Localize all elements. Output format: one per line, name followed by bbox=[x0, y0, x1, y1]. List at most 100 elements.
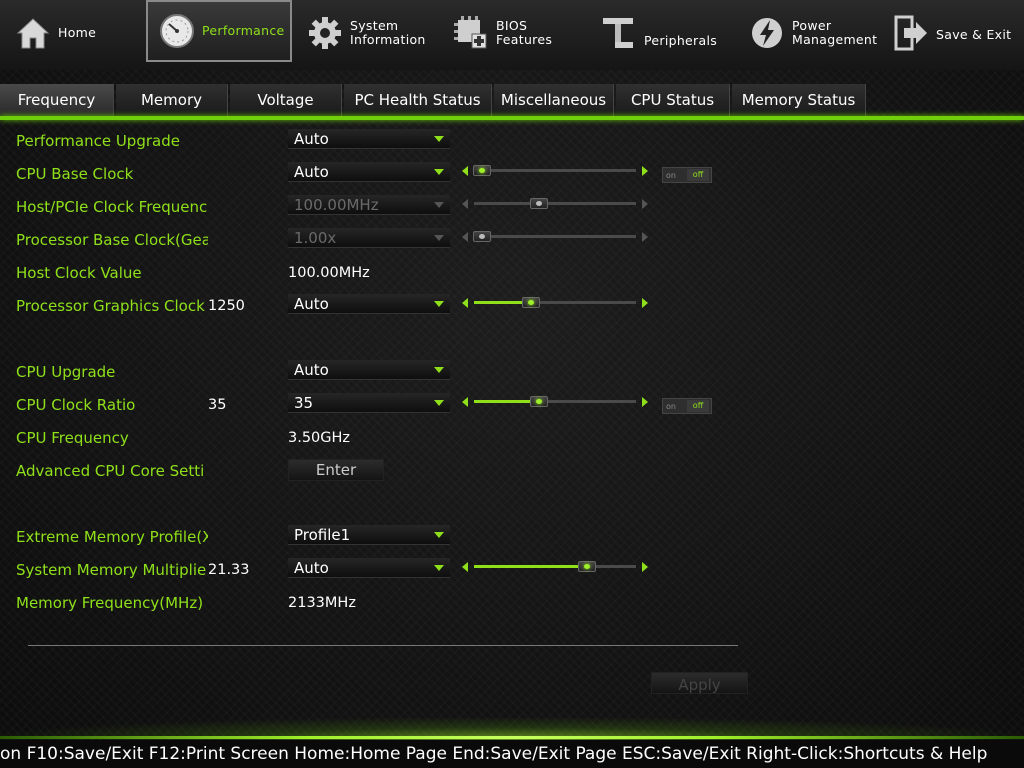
performance-upgrade-value: Auto bbox=[294, 130, 329, 148]
arrow-left-icon bbox=[462, 232, 468, 242]
arrow-right-icon[interactable] bbox=[642, 298, 648, 308]
cpu-clock-ratio-slider[interactable] bbox=[458, 394, 652, 410]
arrow-left-icon[interactable] bbox=[462, 166, 468, 176]
cpu-base-clock-dropdown[interactable]: Auto bbox=[288, 162, 450, 182]
processor-graphics-clock-value: Auto bbox=[294, 295, 329, 313]
nav-power-label-2: Management bbox=[792, 32, 878, 47]
nav-system-label-2: Information bbox=[350, 32, 426, 47]
system-memory-multiplier-slider[interactable] bbox=[458, 559, 652, 575]
chevron-down-icon bbox=[434, 565, 444, 571]
advanced-cpu-core-label: Advanced CPU Core Setti bbox=[16, 462, 205, 480]
xmp-value: Profile1 bbox=[294, 526, 351, 544]
toggle-on-label: on bbox=[666, 171, 676, 180]
tab-pc-health-status[interactable]: PC Health Status bbox=[344, 84, 492, 116]
arrow-right-icon bbox=[642, 199, 648, 209]
nav-home[interactable]: Home bbox=[14, 0, 134, 66]
cpu-base-clock-slider[interactable] bbox=[458, 163, 652, 179]
system-memory-multiplier-dropdown[interactable]: Auto bbox=[288, 558, 450, 578]
exit-icon bbox=[892, 14, 930, 52]
performance-upgrade-label: Performance Upgrade bbox=[16, 132, 180, 150]
nav-power-management[interactable]: Power Management bbox=[748, 0, 878, 66]
power-icon bbox=[748, 14, 786, 52]
tab-memory[interactable]: Memory bbox=[116, 84, 228, 116]
processor-base-clock-dropdown: 1.00x bbox=[288, 228, 450, 248]
performance-upgrade-dropdown[interactable]: Auto bbox=[288, 129, 450, 149]
processor-base-clock-value: 1.00x bbox=[294, 229, 337, 247]
cpu-upgrade-value: Auto bbox=[294, 361, 329, 379]
host-pcie-clock-dropdown: 100.00MHz bbox=[288, 195, 450, 215]
system-memory-multiplier-current: 21.33 bbox=[208, 562, 250, 578]
nav-peripherals-label: Peripherals bbox=[644, 33, 718, 48]
host-pcie-clock-label: Host/PCIe Clock Frequenc bbox=[16, 198, 208, 216]
enter-button[interactable]: Enter bbox=[288, 459, 384, 481]
slider-thumb bbox=[473, 231, 491, 242]
tab-frequency[interactable]: Frequency bbox=[0, 84, 114, 116]
slider-thumb[interactable] bbox=[530, 396, 548, 407]
arrow-left-icon[interactable] bbox=[462, 562, 468, 572]
cpu-clock-ratio-value: 35 bbox=[294, 394, 314, 412]
nav-bios-features[interactable]: BIOS Features bbox=[452, 0, 582, 66]
processor-graphics-clock-slider[interactable] bbox=[458, 295, 652, 311]
chevron-down-icon bbox=[434, 301, 444, 307]
tab-cpu-status[interactable]: CPU Status bbox=[616, 84, 730, 116]
arrow-left-icon bbox=[462, 199, 468, 209]
arrow-right-icon[interactable] bbox=[642, 397, 648, 407]
cpu-clock-ratio-toggle[interactable]: on off bbox=[662, 398, 712, 414]
arrow-left-icon[interactable] bbox=[462, 298, 468, 308]
toggle-off-label: off bbox=[687, 169, 709, 181]
nav-save-exit[interactable]: Save & Exit bbox=[892, 0, 1022, 66]
arrow-right-icon[interactable] bbox=[642, 166, 648, 176]
gauge-icon bbox=[158, 12, 196, 50]
nav-save-exit-label: Save & Exit bbox=[936, 27, 1012, 42]
slider-thumb[interactable] bbox=[522, 297, 540, 308]
cpu-clock-ratio-label: CPU Clock Ratio bbox=[16, 396, 136, 414]
nav-home-label: Home bbox=[58, 25, 97, 40]
nav-bios-label-1: BIOS bbox=[496, 18, 528, 33]
apply-button[interactable]: Apply bbox=[651, 672, 748, 694]
chevron-down-icon bbox=[434, 169, 444, 175]
nav-system-information[interactable]: System Information bbox=[306, 0, 436, 66]
tab-memory-status[interactable]: Memory Status bbox=[732, 84, 866, 116]
cpu-upgrade-dropdown[interactable]: Auto bbox=[288, 360, 450, 380]
divider bbox=[28, 645, 738, 646]
nav-peripherals[interactable]: Peripherals bbox=[600, 0, 730, 66]
chip-icon bbox=[452, 14, 490, 52]
arrow-right-icon bbox=[642, 232, 648, 242]
cpu-frequency-value: 3.50GHz bbox=[288, 430, 351, 446]
chevron-down-icon bbox=[434, 136, 444, 142]
chevron-down-icon bbox=[434, 367, 444, 373]
memory-frequency-value: 2133MHz bbox=[288, 595, 356, 611]
cpu-upgrade-label: CPU Upgrade bbox=[16, 363, 116, 381]
arrow-left-icon[interactable] bbox=[462, 397, 468, 407]
cpu-base-clock-toggle[interactable]: on off bbox=[662, 167, 712, 183]
toggle-on-label: on bbox=[666, 402, 676, 411]
processor-graphics-clock-current: 1250 bbox=[208, 298, 245, 314]
nav-system-label-1: System bbox=[350, 18, 399, 33]
chevron-down-icon bbox=[434, 400, 444, 406]
toggle-off-label: off bbox=[687, 400, 709, 412]
tab-miscellaneous[interactable]: Miscellaneous bbox=[494, 84, 614, 116]
processor-base-clock-slider bbox=[458, 229, 652, 245]
cpu-frequency-label: CPU Frequency bbox=[16, 429, 129, 447]
host-clock-value-label: Host Clock Value bbox=[16, 264, 142, 282]
nav-performance[interactable]: Performance bbox=[146, 0, 292, 62]
tab-voltage[interactable]: Voltage bbox=[230, 84, 342, 116]
top-navigation: Home Performance System Information BIOS F… bbox=[0, 0, 1024, 70]
arrow-right-icon[interactable] bbox=[642, 562, 648, 572]
home-icon bbox=[14, 14, 52, 52]
tab-underline bbox=[0, 116, 1024, 120]
cpu-clock-ratio-dropdown[interactable]: 35 bbox=[288, 393, 450, 413]
slider-thumb[interactable] bbox=[473, 165, 491, 176]
host-clock-value: 100.00MHz bbox=[288, 265, 370, 281]
nav-performance-label: Performance bbox=[202, 23, 285, 38]
xmp-dropdown[interactable]: Profile1 bbox=[288, 525, 450, 545]
host-pcie-clock-slider bbox=[458, 196, 652, 212]
slider-thumb[interactable] bbox=[578, 561, 596, 572]
system-memory-multiplier-value: Auto bbox=[294, 559, 329, 577]
host-pcie-clock-value: 100.00MHz bbox=[294, 196, 379, 214]
chevron-down-icon bbox=[434, 235, 444, 241]
processor-graphics-clock-label: Processor Graphics Clock bbox=[16, 297, 205, 315]
hotkey-footer: on F10:Save/Exit F12:Print Screen Home:H… bbox=[0, 740, 1024, 768]
processor-graphics-clock-dropdown[interactable]: Auto bbox=[288, 294, 450, 314]
cpu-base-clock-value: Auto bbox=[294, 163, 329, 181]
